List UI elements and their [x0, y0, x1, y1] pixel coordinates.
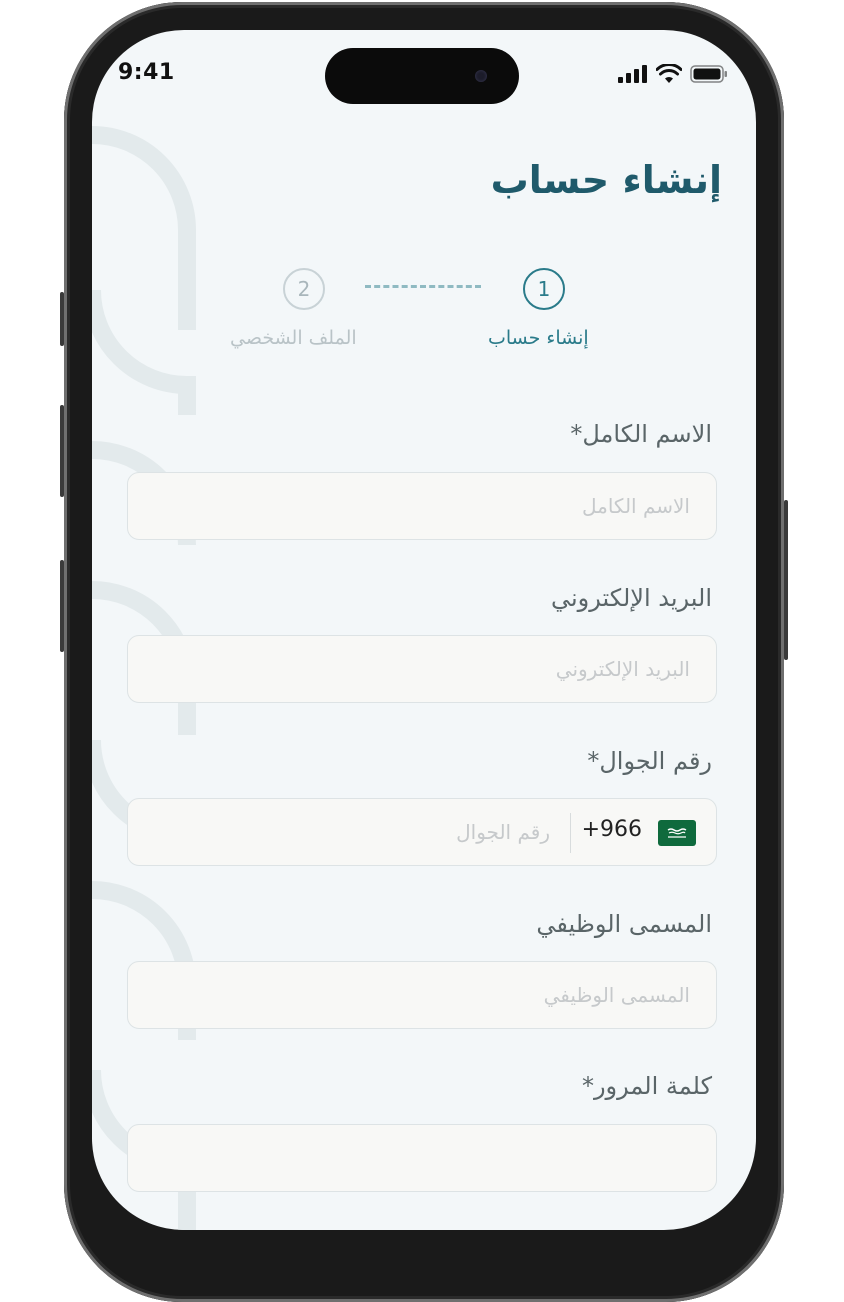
- email-field[interactable]: [127, 635, 717, 703]
- step-1-number: 1: [537, 277, 551, 301]
- wifi-icon: [656, 64, 682, 83]
- status-icons: [618, 64, 728, 83]
- email-input[interactable]: [128, 636, 716, 702]
- background-pattern: [92, 126, 196, 1230]
- page-title: إنشاء حساب: [490, 158, 722, 202]
- power-button: [784, 500, 788, 660]
- action-button: [60, 292, 64, 346]
- step-2-number: 2: [297, 277, 311, 301]
- stepper: 2 1 الملف الشخصي إنشاء حساب: [92, 265, 756, 365]
- signal-icon: [618, 65, 647, 83]
- volume-down-button: [60, 560, 64, 652]
- step-2-label: الملف الشخصي: [230, 327, 357, 349]
- password-input[interactable]: [128, 1125, 716, 1191]
- mobile-input-wrapper: [128, 799, 566, 865]
- full-name-field[interactable]: [127, 472, 717, 540]
- step-1-indicator[interactable]: 1: [523, 268, 565, 310]
- password-field[interactable]: [127, 1124, 717, 1192]
- full-name-label: الاسم الكامل*: [570, 420, 712, 448]
- status-time: 9:41: [118, 60, 175, 85]
- phone-divider: [569, 813, 571, 853]
- password-label: كلمة المرور*: [581, 1072, 712, 1100]
- front-camera: [475, 70, 487, 82]
- full-name-input[interactable]: [128, 473, 716, 539]
- job-title-input[interactable]: [128, 962, 716, 1028]
- job-title-label: المسمى الوظيفي: [536, 910, 712, 938]
- step-2-indicator[interactable]: 2: [283, 268, 325, 310]
- app-screen: 9:41 إنشاء حساب 2 1 الملف الشخصي إنشاء ح…: [92, 30, 756, 1230]
- step-1-label: إنشاء حساب: [488, 327, 589, 349]
- email-label: البريد الإلكتروني: [550, 584, 712, 612]
- step-connector: [365, 285, 481, 288]
- mobile-label: رقم الجوال*: [587, 747, 712, 775]
- job-title-field[interactable]: [127, 961, 717, 1029]
- flag-emblem: [667, 828, 687, 838]
- saudi-flag-icon[interactable]: [658, 820, 696, 846]
- volume-up-button: [60, 405, 64, 497]
- mobile-field[interactable]: +966: [127, 798, 717, 866]
- battery-icon: [690, 65, 727, 83]
- dynamic-island: [325, 48, 519, 104]
- country-code[interactable]: +966: [582, 817, 642, 842]
- mobile-input[interactable]: [128, 799, 566, 865]
